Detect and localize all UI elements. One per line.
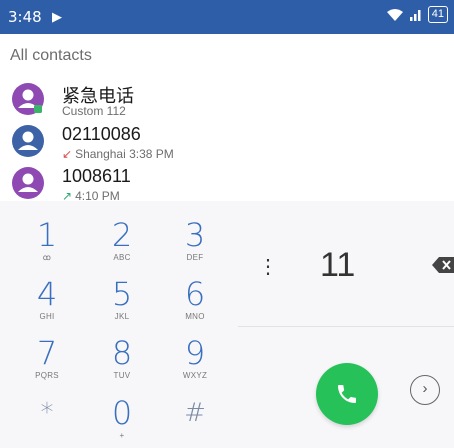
dial-key-digit: 1 <box>36 216 58 254</box>
dial-key-8[interactable]: 8 TUV <box>92 336 152 380</box>
dial-key-letters: + <box>119 431 125 440</box>
play-icon: ▶ <box>52 9 62 24</box>
avatar <box>12 125 44 157</box>
dial-key-digit: 3 <box>184 216 206 254</box>
dial-key-digit: 8 <box>111 334 133 372</box>
dial-key-letters: PQRS <box>35 371 59 380</box>
person-icon <box>18 89 42 113</box>
contact-name: 1008611 <box>62 166 131 186</box>
dial-key-digit: 7 <box>36 334 58 372</box>
dial-key-letters: DEF <box>186 253 204 262</box>
contacts-header: All contacts <box>10 47 92 64</box>
status-time: 3:48 <box>8 8 42 26</box>
dial-key-5[interactable]: 5 JKL <box>92 277 152 321</box>
contact-sub-text: Custom 112 <box>62 104 126 118</box>
backspace-icon[interactable] <box>432 256 454 274</box>
avatar <box>12 83 44 115</box>
contact-sub: Custom 112 <box>62 104 126 118</box>
dial-key-6[interactable]: 6 MNO <box>165 277 225 321</box>
dial-key-4[interactable]: 4 GHI <box>17 277 77 321</box>
dial-key-letters: JKL <box>114 312 130 321</box>
dial-key-1[interactable]: 1 ꝏ <box>17 218 77 262</box>
battery-icon: 41 <box>427 6 448 23</box>
person-icon <box>18 131 38 150</box>
chevron-right-icon: › <box>422 380 428 397</box>
dial-key-digit: 2 <box>111 216 133 254</box>
status-icons: 41 <box>386 6 448 23</box>
dial-key-digit: 0 <box>111 394 133 432</box>
divider <box>238 326 454 327</box>
wifi-icon <box>386 8 403 21</box>
contact-item[interactable]: 02110086 ↙ Shanghai 3:38 PM <box>0 122 454 164</box>
contact-name: 02110086 <box>62 124 141 144</box>
contact-sub: ↙ Shanghai 3:38 PM <box>62 147 174 161</box>
sim-badge-icon <box>34 105 42 113</box>
voicemail-icon: ꝏ <box>42 253 52 262</box>
dial-key-0[interactable]: 0 + <box>92 396 152 440</box>
signal-icon <box>409 9 421 21</box>
dial-key-7[interactable]: 7 PQRS <box>17 336 77 380</box>
dial-key-digit: # <box>184 398 206 428</box>
missed-call-icon: ↙ <box>62 147 73 161</box>
dial-key-letters: GHI <box>39 312 55 321</box>
contact-item[interactable]: 1008611 ↗ 4:10 PM <box>0 164 454 206</box>
more-options-button[interactable]: › <box>410 375 440 405</box>
dial-key-hash[interactable]: # <box>165 396 225 430</box>
dial-key-digit: 9 <box>184 334 206 372</box>
avatar <box>12 167 44 199</box>
call-button[interactable] <box>316 363 378 425</box>
dialed-number: 11 <box>320 246 356 284</box>
contact-item[interactable]: 紧急电话 Custom 112 <box>0 80 454 122</box>
dial-key-2[interactable]: 2 ABC <box>92 218 152 262</box>
dial-key-3[interactable]: 3 DEF <box>165 218 225 262</box>
dial-key-digit: * <box>40 398 54 428</box>
dial-key-star[interactable]: * <box>17 396 77 430</box>
dial-key-9[interactable]: 9 WXYZ <box>165 336 225 380</box>
status-bar: 3:48 ▶ 41 <box>0 0 454 34</box>
dial-key-letters: ABC <box>113 253 131 262</box>
dial-key-letters: WXYZ <box>182 371 208 380</box>
phone-icon <box>338 385 356 403</box>
dial-key-digit: 6 <box>184 275 206 313</box>
contact-sub-text: Shanghai 3:38 PM <box>75 147 174 161</box>
dial-key-letters: MNO <box>185 312 205 321</box>
dial-key-letters: TUV <box>113 371 131 380</box>
dial-key-digit: 4 <box>36 275 58 313</box>
dial-key-digit: 5 <box>111 275 133 313</box>
person-icon <box>18 173 38 192</box>
more-vert-icon[interactable]: ⋮ <box>258 254 278 279</box>
